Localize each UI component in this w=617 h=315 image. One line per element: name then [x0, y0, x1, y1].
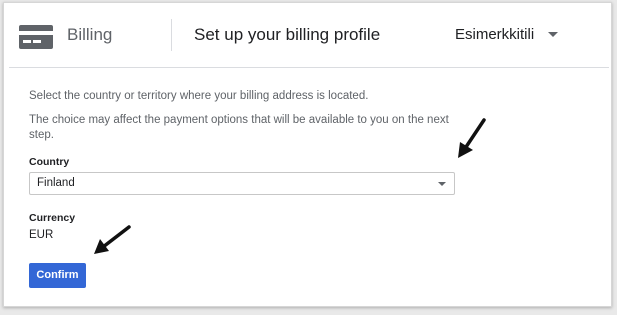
header-divider	[171, 19, 172, 51]
billing-setup-window: Billing Set up your billing profile Esim…	[3, 2, 612, 307]
country-select[interactable]: Finland	[29, 172, 455, 195]
payment-options-note: The choice may affect the payment option…	[29, 114, 449, 141]
app-title: Billing	[67, 25, 113, 44]
country-instruction: Select the country or territory where yo…	[29, 90, 369, 102]
chevron-down-icon[interactable]	[548, 32, 558, 37]
header-bar: Billing Set up your billing profile Esim…	[4, 3, 611, 67]
credit-card-icon	[19, 25, 53, 49]
country-select-value: Finland	[37, 177, 75, 189]
page-title: Set up your billing profile	[194, 25, 381, 44]
pointer-arrow-icon	[458, 118, 486, 158]
confirm-button[interactable]: Confirm	[29, 263, 86, 288]
country-label: Country	[29, 156, 70, 168]
account-switcher-label[interactable]: Esimerkkitili	[455, 26, 534, 43]
billing-country-form: Select the country or territory where yo…	[9, 67, 609, 300]
pointer-arrow-icon	[94, 225, 131, 254]
dropdown-arrow-icon	[438, 182, 446, 186]
currency-value: EUR	[29, 229, 54, 241]
currency-label: Currency	[29, 212, 76, 224]
